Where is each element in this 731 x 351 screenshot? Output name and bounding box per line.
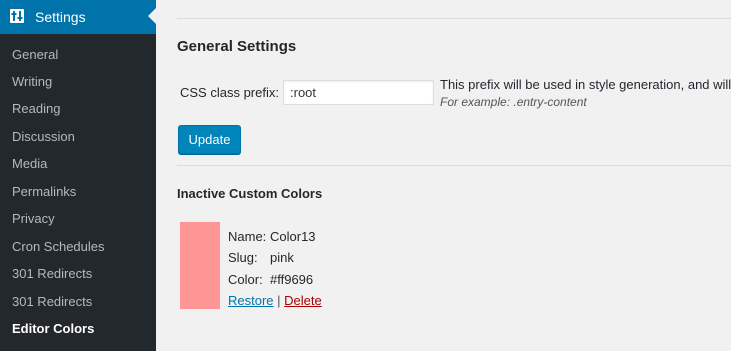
color-name-value: Color13 [270,229,316,244]
color-key: Color: [228,272,263,287]
sidebar-item-general[interactable]: General [12,47,58,63]
color-name-row: Name: Color13 [228,229,316,245]
sidebar-item-discussion[interactable]: Discussion [12,129,75,145]
sidebar-item-301-redirects-2[interactable]: 301 Redirects [12,294,92,310]
delete-link[interactable]: Delete [284,293,322,308]
sidebar-item-media[interactable]: Media [12,156,47,172]
action-separator: | [277,293,281,308]
inactive-colors-title: Inactive Custom Colors [177,186,323,201]
color-slug-value: pink [270,250,294,265]
sidebar-item-editor-colors[interactable]: Editor Colors [12,321,94,337]
sidebar-item-writing[interactable]: Writing [12,74,52,90]
settings-menu-label: Settings [35,9,86,25]
current-menu-arrow [148,8,156,24]
restore-link[interactable]: Restore [228,293,274,308]
sidebar-item-cron-schedules[interactable]: Cron Schedules [12,239,105,255]
css-prefix-input[interactable] [283,80,434,105]
sidebar-item-reading[interactable]: Reading [12,101,60,117]
update-button[interactable]: Update [178,125,241,154]
admin-sidebar: Settings General Writing Reading Discuss… [0,0,156,351]
name-key: Name: [228,229,267,244]
css-prefix-description: This prefix will be used in style genera… [440,77,731,92]
css-prefix-example: For example: .entry-content [440,95,587,109]
sidebar-item-301-redirects[interactable]: 301 Redirects [12,266,92,282]
color-hex-value: #ff9696 [270,272,314,287]
color-slug-row: Slug: pink [228,250,294,266]
sidebar-item-permalinks[interactable]: Permalinks [12,184,76,200]
sidebar-item-privacy[interactable]: Privacy [12,211,55,227]
section-divider [177,165,731,166]
css-prefix-label: CSS class prefix: [180,85,279,100]
slug-key: Slug: [228,250,258,265]
settings-icon [10,9,24,23]
settings-menu-header[interactable]: Settings [0,0,156,34]
color-actions: Restore | Delete [228,293,322,309]
color-swatch [180,222,220,309]
page-title: General Settings [177,38,297,55]
top-divider [177,18,731,19]
color-hex-row: Color: #ff9696 [228,272,313,288]
